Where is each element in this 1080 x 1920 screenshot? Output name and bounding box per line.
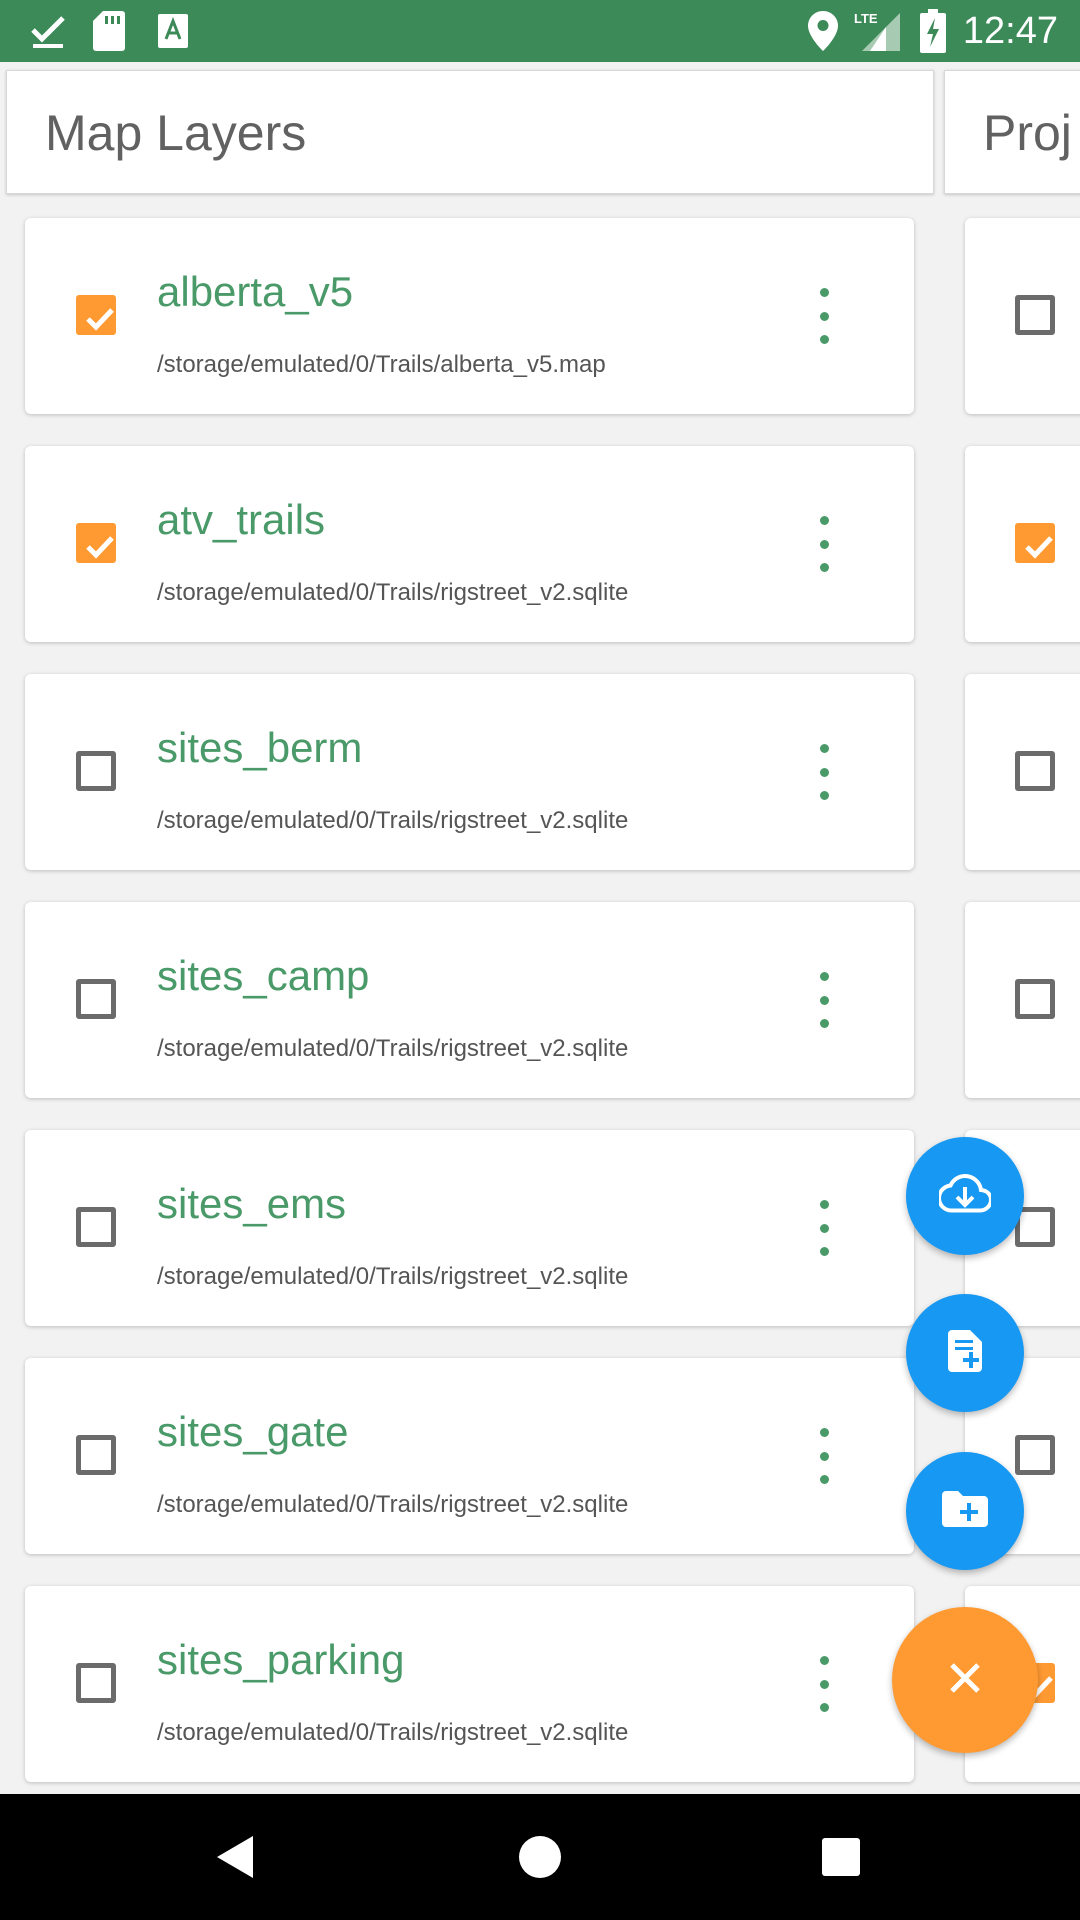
project-visibility-checkbox[interactable] [1015,1435,1055,1475]
status-bar: LTE 12:47 [0,0,1080,62]
check-icon [28,9,68,53]
close-icon [949,1662,981,1699]
close-fab-menu-button[interactable] [892,1607,1038,1753]
layer-visibility-checkbox[interactable] [76,523,116,563]
layer-visibility-checkbox[interactable] [76,751,116,791]
project-card[interactable] [965,446,1080,642]
tab-projects[interactable]: Proj [944,70,1080,194]
add-file-layer-button[interactable] [906,1294,1024,1412]
layer-visibility-checkbox[interactable] [76,295,116,335]
layer-path: /storage/emulated/0/Trails/rigstreet_v2.… [157,807,629,834]
layer-name: sites_ems [157,1180,347,1227]
more-vert-icon[interactable] [814,1200,834,1256]
tab-map-layers[interactable]: Map Layers [6,70,934,194]
project-visibility-checkbox[interactable] [1015,751,1055,791]
layer-card[interactable]: alberta_v5/storage/emulated/0/Trails/alb… [25,218,914,414]
layer-name: sites_gate [157,1408,349,1455]
add-folder-layer-button[interactable] [906,1452,1024,1570]
layer-name: sites_camp [157,952,370,999]
cloud-download-icon [936,1173,994,1219]
layer-visibility-checkbox[interactable] [76,1663,116,1703]
project-card[interactable] [965,902,1080,1098]
more-vert-icon[interactable] [814,744,834,800]
layer-path: /storage/emulated/0/Trails/rigstreet_v2.… [157,579,629,606]
project-visibility-checkbox[interactable] [1015,979,1055,1019]
layer-visibility-checkbox[interactable] [76,979,116,1019]
download-layer-button[interactable] [906,1137,1024,1255]
tab-title: Proj [983,105,1072,161]
layer-card[interactable]: sites_camp/storage/emulated/0/Trails/rig… [25,902,914,1098]
layer-card[interactable]: atv_trails/storage/emulated/0/Trails/rig… [25,446,914,642]
project-visibility-checkbox[interactable] [1015,523,1055,563]
back-icon[interactable] [200,1794,270,1920]
layer-card[interactable]: sites_berm/storage/emulated/0/Trails/rig… [25,674,914,870]
layer-name: sites_parking [157,1636,405,1683]
layer-path: /storage/emulated/0/Trails/alberta_v5.ma… [157,351,606,378]
sd-card-icon [92,9,126,53]
more-vert-icon[interactable] [814,288,834,344]
clock: 12:47 [962,10,1058,52]
layer-path: /storage/emulated/0/Trails/rigstreet_v2.… [157,1719,629,1746]
add-file-icon [948,1329,982,1377]
navigation-bar [0,1794,1080,1920]
tab-title: Map Layers [45,105,307,161]
more-vert-icon[interactable] [814,516,834,572]
project-card[interactable] [965,218,1080,414]
layer-visibility-checkbox[interactable] [76,1435,116,1475]
add-folder-icon [942,1490,988,1532]
layer-path: /storage/emulated/0/Trails/rigstreet_v2.… [157,1491,629,1518]
recents-icon[interactable] [806,1794,876,1920]
layer-card[interactable]: sites_parking/storage/emulated/0/Trails/… [25,1586,914,1782]
layer-card[interactable]: sites_gate/storage/emulated/0/Trails/rig… [25,1358,914,1554]
more-vert-icon[interactable] [814,1656,834,1712]
font-a-icon [156,9,190,53]
project-card[interactable] [965,674,1080,870]
project-visibility-checkbox[interactable] [1015,295,1055,335]
location-pin-icon [806,9,840,53]
more-vert-icon[interactable] [814,1428,834,1484]
layer-name: atv_trails [157,496,326,543]
layer-card[interactable]: sites_ems/storage/emulated/0/Trails/rigs… [25,1130,914,1326]
lte-signal-icon: LTE [852,9,902,53]
layer-name: sites_berm [157,724,363,771]
layer-path: /storage/emulated/0/Trails/rigstreet_v2.… [157,1035,629,1062]
layer-path: /storage/emulated/0/Trails/rigstreet_v2.… [157,1263,629,1290]
layer-visibility-checkbox[interactable] [76,1207,116,1247]
battery-charging-icon [918,9,948,53]
more-vert-icon[interactable] [814,972,834,1028]
layer-name: alberta_v5 [157,268,354,315]
home-icon[interactable] [505,1794,575,1920]
network-label: LTE [854,11,878,26]
